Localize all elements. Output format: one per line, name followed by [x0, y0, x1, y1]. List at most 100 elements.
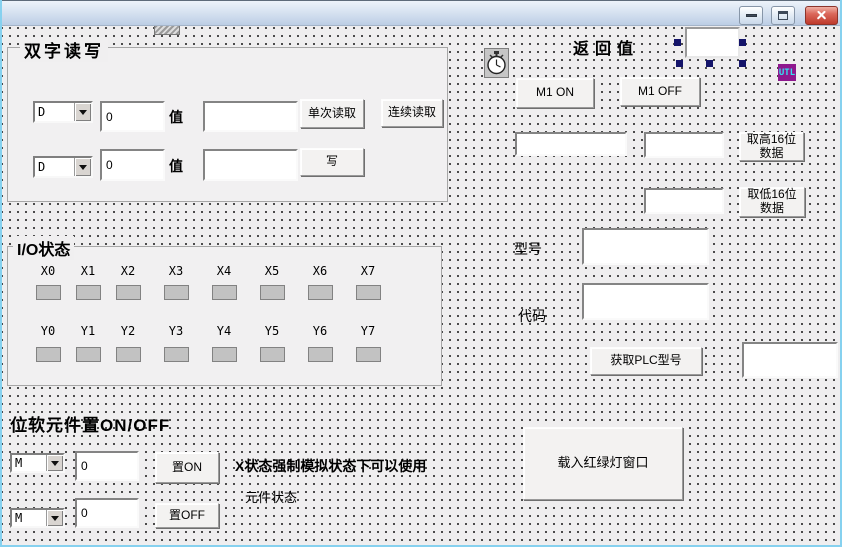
element-status-label: 元件状态: [245, 487, 297, 506]
selection-handle[interactable]: [674, 39, 681, 46]
io-y-indicator: [36, 347, 61, 362]
code-label: 代码: [518, 306, 546, 326]
io-x-label: X1: [73, 264, 103, 278]
get-low16-button[interactable]: 取低16位 数据: [739, 187, 805, 217]
io-x-indicator: [260, 285, 285, 300]
low-word-field[interactable]: [644, 188, 724, 214]
get-high16-button[interactable]: 取高16位 数据: [739, 132, 804, 161]
bit-device-select-on[interactable]: M: [10, 453, 65, 473]
io-x-label: X3: [161, 264, 191, 278]
io-x-label: X6: [305, 264, 335, 278]
get-low16-line2: 数据: [760, 202, 784, 216]
io-y-label: Y7: [353, 324, 383, 338]
get-high16-line1: 取高16位: [747, 133, 796, 147]
io-y-label: Y0: [33, 324, 63, 338]
force-hint-label: X状态强制模拟状态下可以使用: [235, 456, 426, 476]
io-y-indicator: [164, 347, 189, 362]
bits-section-title: 位软元件置ON/OFF: [10, 411, 170, 436]
read-continuous-button[interactable]: 连续读取: [381, 99, 443, 127]
device-select-row1-value: D: [35, 103, 74, 121]
device-select-row1[interactable]: D: [33, 101, 93, 123]
return-value-input[interactable]: [685, 27, 740, 58]
chevron-down-icon[interactable]: [46, 455, 63, 471]
model-label: 型号: [514, 239, 542, 259]
data-field-1[interactable]: [515, 132, 627, 156]
io-x-label: X0: [33, 264, 63, 278]
result-field[interactable]: [742, 342, 838, 378]
selection-handle[interactable]: [706, 60, 713, 67]
io-y-label: Y2: [113, 324, 143, 338]
dw-group-title: 双字读写: [20, 37, 108, 62]
io-group-title: I/O状态: [13, 236, 74, 260]
value-label-row2: 值: [169, 156, 183, 176]
read-once-button[interactable]: 单次读取: [300, 99, 364, 128]
io-y-indicator: [356, 347, 381, 362]
selection-handle[interactable]: [739, 39, 746, 46]
timer-icon[interactable]: [484, 48, 509, 78]
address-input-row2[interactable]: [100, 149, 165, 181]
get-high16-line2: 数据: [759, 147, 783, 161]
titlebar[interactable]: [0, 0, 842, 26]
utl-icon[interactable]: UTL: [778, 64, 796, 81]
clipped-control-icon: [154, 26, 180, 35]
value-input-row2[interactable]: [203, 149, 298, 181]
dw-group: 双字读写 D 值 单次读取 连续读取 D 值 写: [7, 47, 448, 202]
m1-on-button[interactable]: M1 ON: [516, 78, 594, 108]
write-button[interactable]: 写: [300, 148, 364, 176]
dropdown-arrow-icon: [79, 165, 87, 174]
io-x-indicator: [76, 285, 101, 300]
chevron-down-icon[interactable]: [74, 103, 91, 121]
bit-address-input-on[interactable]: [75, 451, 139, 481]
io-y-indicator: [308, 347, 333, 362]
high-word-field[interactable]: [644, 132, 724, 158]
selection-handle[interactable]: [739, 60, 746, 67]
minimize-button[interactable]: [739, 6, 763, 25]
app-window: 双字读写 D 值 单次读取 连续读取 D 值 写 I/O状态 X0 X1: [0, 0, 842, 547]
io-x-indicator: [212, 285, 237, 300]
maximize-button[interactable]: [771, 6, 795, 25]
get-plc-model-button[interactable]: 获取PLC型号: [590, 347, 702, 375]
io-x-label: X5: [257, 264, 287, 278]
io-x-indicator: [356, 285, 381, 300]
return-value-label: 返回值: [573, 35, 639, 59]
minimize-icon: [746, 14, 757, 17]
selection-handle[interactable]: [676, 60, 683, 67]
io-x-label: X2: [113, 264, 143, 278]
io-y-label: Y3: [161, 324, 191, 338]
form-canvas[interactable]: 双字读写 D 值 单次读取 连续读取 D 值 写 I/O状态 X0 X1: [2, 26, 840, 545]
bit-device-select-off[interactable]: M: [10, 508, 65, 528]
chevron-down-icon[interactable]: [46, 510, 63, 526]
maximize-icon: [778, 11, 788, 20]
code-field[interactable]: [582, 283, 709, 320]
io-y-indicator: [260, 347, 285, 362]
io-y-label: Y5: [257, 324, 287, 338]
io-y-indicator: [76, 347, 101, 362]
io-x-label: X4: [209, 264, 239, 278]
value-label-row1: 值: [169, 107, 183, 127]
device-select-row2[interactable]: D: [33, 156, 93, 178]
io-x-indicator: [164, 285, 189, 300]
m1-off-button[interactable]: M1 OFF: [620, 77, 700, 106]
model-field[interactable]: [582, 228, 709, 265]
bit-device-select-off-value: M: [12, 510, 46, 526]
set-off-button[interactable]: 置OFF: [155, 503, 219, 528]
io-y-indicator: [212, 347, 237, 362]
dropdown-arrow-icon: [51, 461, 59, 470]
dropdown-arrow-icon: [79, 110, 87, 119]
bit-address-input-off[interactable]: [75, 498, 139, 528]
load-traffic-light-button[interactable]: 载入红绿灯窗口: [523, 427, 683, 500]
dropdown-arrow-icon: [51, 516, 59, 525]
set-on-button[interactable]: 置ON: [155, 452, 219, 483]
close-button[interactable]: [805, 6, 838, 25]
close-icon: [815, 9, 828, 22]
io-y-label: Y4: [209, 324, 239, 338]
get-low16-line1: 取低16位: [747, 188, 796, 202]
address-input-row1[interactable]: [100, 101, 165, 132]
stopwatch-icon: [486, 50, 507, 76]
value-input-row1[interactable]: [203, 101, 298, 132]
bit-device-select-on-value: M: [12, 455, 46, 471]
chevron-down-icon[interactable]: [74, 158, 91, 176]
io-x-indicator: [36, 285, 61, 300]
device-select-row2-value: D: [35, 158, 74, 176]
io-y-label: Y6: [305, 324, 335, 338]
